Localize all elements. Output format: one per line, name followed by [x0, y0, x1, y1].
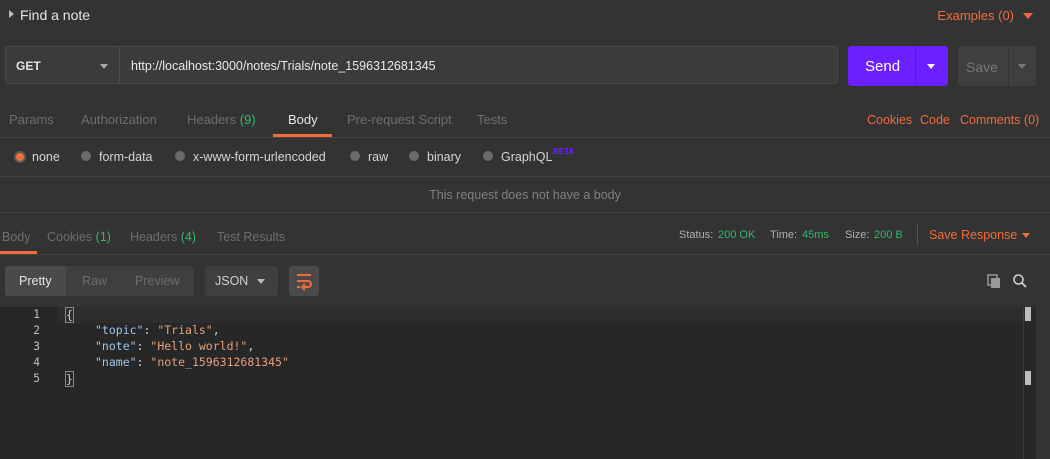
divider	[0, 254, 1050, 255]
cookies-link[interactable]: Cookies	[867, 113, 912, 127]
status-value[interactable]: 200 OK	[718, 229, 755, 241]
send-divider	[915, 46, 916, 86]
divider	[0, 212, 1050, 213]
save-options-chevron-icon[interactable]	[1018, 64, 1026, 69]
json-open-brace: {	[65, 307, 74, 323]
json-key: "note"	[95, 339, 137, 353]
tab-headers-count: (9)	[239, 112, 256, 127]
send-label: Send	[865, 58, 901, 75]
radio-binary[interactable]	[409, 151, 419, 161]
line-number: 4	[33, 355, 40, 369]
json-key: "name"	[95, 355, 137, 369]
save-divider	[1008, 46, 1009, 86]
search-icon[interactable]	[1012, 273, 1028, 292]
json-value: "note_1596312681345"	[150, 355, 289, 369]
chevron-down-icon[interactable]	[1022, 233, 1030, 238]
radio-raw[interactable]	[350, 151, 360, 161]
divider	[0, 137, 1050, 138]
radio-urlencoded-label[interactable]: x-www-form-urlencoded	[193, 150, 326, 164]
tab-tests[interactable]: Tests	[477, 112, 507, 127]
json-line: "name": "note_1596312681345"	[95, 355, 289, 369]
tab-headers-label: Headers	[187, 112, 237, 127]
chevron-down-icon	[257, 279, 265, 284]
request-title[interactable]: Find a note	[20, 7, 90, 23]
url-value: http://localhost:3000/notes/Trials/note_…	[131, 59, 436, 73]
examples-dropdown[interactable]: Examples (0)	[937, 8, 1014, 23]
wrap-lines-button[interactable]	[289, 266, 319, 296]
method-label: GET	[16, 59, 41, 73]
size-value[interactable]: 200 B	[874, 229, 903, 241]
active-line-highlight	[58, 307, 1026, 323]
format-label: JSON	[215, 274, 249, 288]
save-response-button[interactable]: Save Response	[929, 228, 1017, 242]
radio-binary-label[interactable]: binary	[427, 150, 461, 164]
copy-icon[interactable]	[986, 273, 1002, 292]
expand-caret-icon[interactable]	[9, 10, 14, 18]
json-line: "note": "Hello world!",	[95, 339, 255, 353]
view-raw-button[interactable]: Raw	[82, 274, 107, 288]
radio-graphql[interactable]	[483, 151, 493, 161]
response-tab-cookies-count: (1)	[95, 230, 111, 244]
json-value: "Hello world!"	[150, 339, 248, 353]
code-link[interactable]: Code	[920, 113, 950, 127]
line-number: 3	[33, 339, 40, 353]
send-options-chevron-icon[interactable]	[927, 64, 935, 69]
response-tab-test-results[interactable]: Test Results	[217, 230, 285, 244]
comments-link[interactable]: Comments (0)	[960, 113, 1039, 127]
response-tab-cookies-label: Cookies	[47, 230, 93, 244]
divider	[0, 176, 1050, 177]
radio-none[interactable]	[14, 151, 26, 163]
radio-form-data[interactable]	[81, 151, 91, 161]
divider	[917, 223, 918, 245]
json-value: "Trials"	[157, 323, 213, 337]
json-close-brace: }	[65, 371, 74, 387]
view-pretty-label: Pretty	[19, 274, 52, 288]
beta-badge: BETA	[553, 147, 575, 156]
response-tab-cookies[interactable]: Cookies (1)	[47, 230, 111, 244]
response-tab-headers-count: (4)	[180, 230, 197, 244]
response-tab-headers-label: Headers	[130, 230, 178, 244]
time-value[interactable]: 45ms	[802, 229, 829, 241]
chevron-down-icon[interactable]	[1023, 13, 1033, 19]
radio-raw-label[interactable]: raw	[368, 150, 388, 164]
tab-params[interactable]: Params	[9, 112, 54, 127]
request-title-bar	[0, 0, 1050, 32]
response-tab-body[interactable]: Body	[2, 230, 31, 244]
size-label: Size:	[845, 229, 870, 241]
line-number: 2	[33, 323, 40, 337]
json-line: "topic": "Trials",	[95, 323, 220, 337]
chevron-down-icon	[100, 64, 108, 69]
radio-graphql-label[interactable]: GraphQL	[501, 150, 552, 164]
tab-authorization[interactable]: Authorization	[81, 112, 157, 127]
radio-urlencoded[interactable]	[175, 151, 185, 161]
no-body-message: This request does not have a body	[429, 188, 621, 202]
tab-prerequest-script[interactable]: Pre-request Script	[347, 112, 452, 127]
line-number: 5	[33, 371, 40, 385]
view-preview-button[interactable]: Preview	[135, 274, 179, 288]
save-label: Save	[966, 59, 998, 75]
radio-form-data-label[interactable]: form-data	[99, 150, 153, 164]
tab-headers[interactable]: Headers (9)	[187, 112, 256, 127]
json-key: "topic"	[95, 323, 144, 337]
scrollbar-marker[interactable]	[1025, 371, 1031, 385]
radio-none-label[interactable]: none	[32, 150, 60, 164]
response-tab-headers[interactable]: Headers (4)	[130, 230, 196, 244]
line-number: 1	[33, 307, 40, 321]
editor-scroll-divider	[1023, 307, 1024, 459]
status-label: Status:	[679, 229, 714, 241]
time-label: Time:	[770, 229, 798, 241]
scrollbar-marker[interactable]	[1025, 307, 1031, 321]
tab-body[interactable]: Body	[288, 112, 318, 127]
wrap-lines-icon	[297, 274, 312, 291]
